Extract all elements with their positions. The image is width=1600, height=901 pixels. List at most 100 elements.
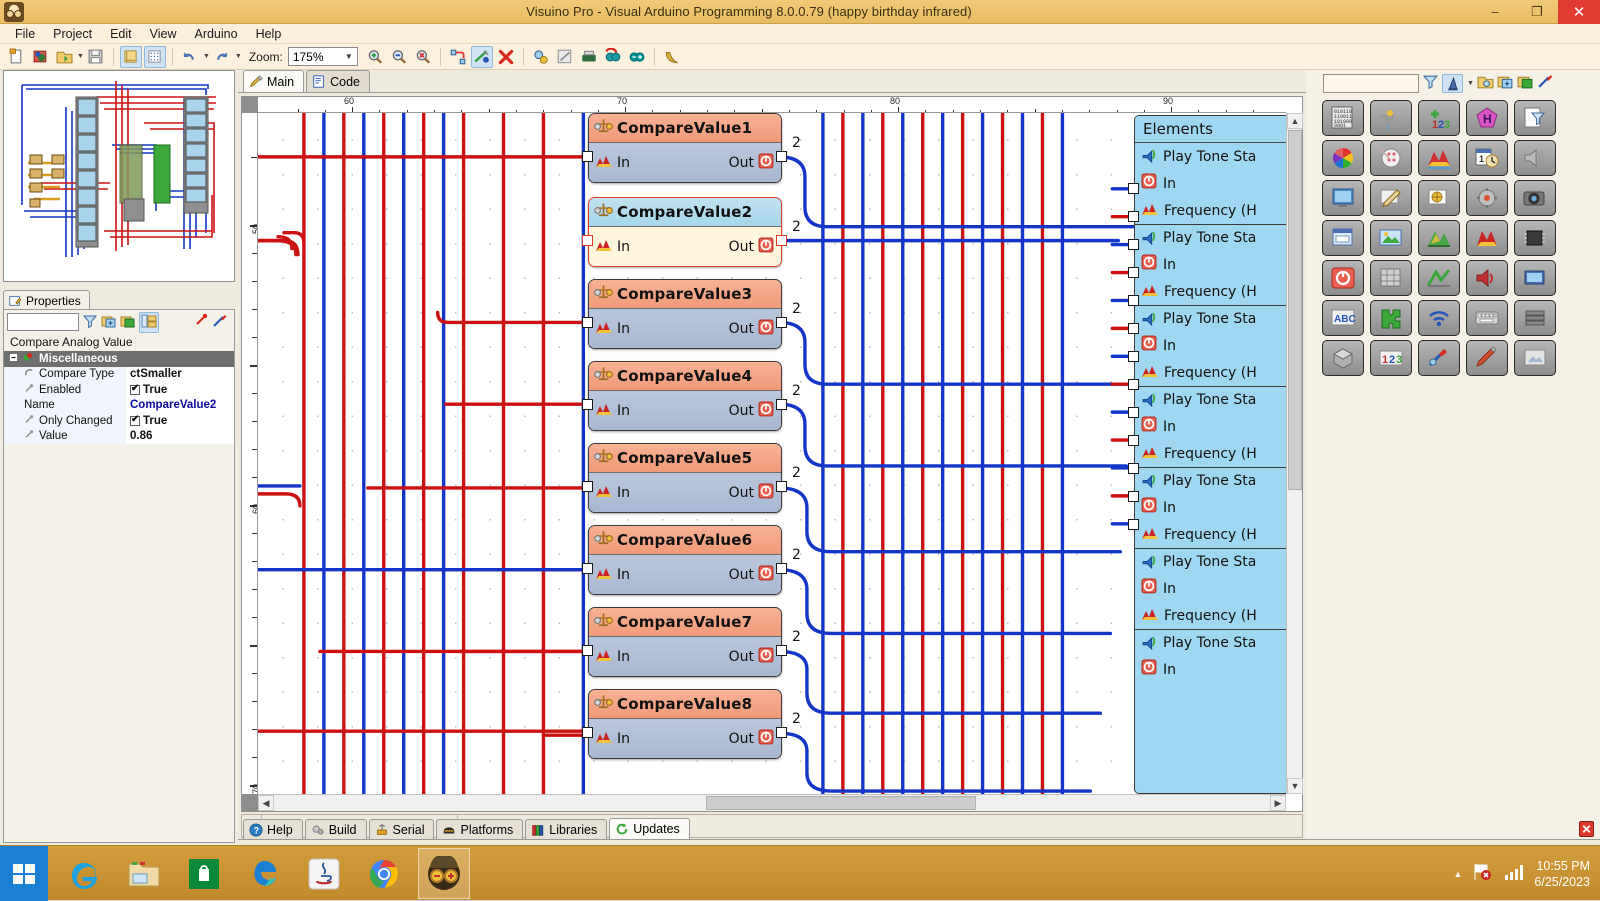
scroll-down-button[interactable]: ▼ (1287, 778, 1303, 794)
expand-all-icon[interactable] (1497, 73, 1514, 93)
element-in-pin[interactable]: In (1135, 251, 1286, 278)
element-frequency-pin[interactable]: Frequency (H (1135, 602, 1286, 629)
menu-item-file[interactable]: File (6, 25, 44, 43)
property-value[interactable]: True (126, 413, 234, 429)
open-category-icon[interactable] (1477, 73, 1494, 93)
upload-icon[interactable] (578, 46, 600, 68)
element-in-pin-connector[interactable] (1128, 407, 1139, 418)
element-frequency-pin[interactable]: Frequency (H (1135, 521, 1286, 548)
plant-chart-icon[interactable] (1418, 220, 1460, 256)
node-in-pin[interactable] (582, 481, 593, 492)
element-frequency-pin-connector[interactable] (1128, 435, 1139, 446)
element-play-tone-start[interactable]: Play Tone Sta (1135, 386, 1286, 413)
arrange-icon[interactable] (447, 46, 469, 68)
element-in-pin-connector[interactable] (1128, 295, 1139, 306)
node-input[interactable]: In (595, 319, 630, 338)
element-in-pin[interactable]: In (1135, 575, 1286, 602)
node-output[interactable]: Out (729, 153, 775, 173)
element-frequency-pin-connector[interactable] (1128, 211, 1139, 222)
property-row-value[interactable]: Value 0.86 (4, 429, 234, 445)
abc-text-icon[interactable]: ABC (1322, 300, 1364, 336)
scroll-right-button[interactable]: ▶ (1270, 795, 1286, 811)
filter-document-icon[interactable] (1514, 100, 1556, 136)
minimize-button[interactable]: – (1474, 0, 1516, 24)
property-value[interactable]: 0.86 (126, 429, 234, 445)
enabled-checkbox[interactable] (130, 385, 140, 395)
close-button[interactable]: ✕ (1558, 0, 1600, 24)
node-out-pin[interactable] (776, 317, 787, 328)
node-comparevalue4[interactable]: CompareValue4 In Out (588, 361, 782, 431)
open-recent-dropdown-icon[interactable]: ▼ (77, 53, 84, 60)
image-icon[interactable] (1370, 220, 1412, 256)
windows-start-icon[interactable] (0, 846, 48, 901)
elements-panel[interactable]: Elements Play Tone Sta In Frequency (H (1134, 115, 1286, 794)
element-frequency-pin[interactable]: Frequency (H (1135, 278, 1286, 305)
zoom-combo[interactable]: 175% ▼ (288, 47, 358, 66)
menu-item-project[interactable]: Project (44, 25, 101, 43)
horizontal-scroll-thumb[interactable] (706, 796, 976, 810)
element-in-pin-connector[interactable] (1128, 351, 1139, 362)
undo-dropdown-icon[interactable]: ▼ (203, 53, 210, 60)
compile-upload-icon[interactable] (602, 46, 624, 68)
node-in-pin[interactable] (582, 399, 593, 410)
date-time-icon[interactable]: 1 (1466, 140, 1508, 176)
element-in-pin-connector[interactable] (1128, 463, 1139, 474)
collapse-all-icon[interactable] (1517, 73, 1534, 93)
node-in-pin[interactable] (582, 645, 593, 656)
network-error-icon[interactable] (1472, 862, 1494, 885)
element-in-pin[interactable]: In (1135, 413, 1286, 440)
property-row-compare-type[interactable]: Compare Type ctSmaller (4, 367, 234, 383)
edit-icon[interactable] (1370, 180, 1412, 216)
element-frequency-pin-connector[interactable] (1128, 379, 1139, 390)
node-comparevalue7[interactable]: CompareValue7 In Out (588, 607, 782, 677)
zoom-reset-icon[interactable] (412, 46, 434, 68)
options-icon[interactable] (1537, 73, 1554, 93)
file-explorer-icon[interactable] (118, 848, 170, 899)
logic-icon[interactable] (1370, 140, 1412, 176)
window-icon[interactable] (1322, 220, 1364, 256)
grid-icon[interactable] (1370, 260, 1412, 296)
node-comparevalue5[interactable]: CompareValue5 In Out (588, 443, 782, 513)
scroll-left-button[interactable]: ◀ (258, 795, 274, 811)
google-chrome-icon[interactable] (358, 848, 410, 899)
node-output[interactable]: Out (729, 647, 775, 667)
faucet-generator-icon[interactable] (1370, 100, 1412, 136)
hardware-gem-icon[interactable]: H (1466, 100, 1508, 136)
chip-icon[interactable] (1514, 220, 1556, 256)
property-value[interactable]: ctSmaller (126, 367, 234, 383)
analog-chart-icon[interactable] (1418, 140, 1460, 176)
tab-help[interactable]: ? Help (243, 819, 303, 840)
node-input[interactable]: In (595, 647, 630, 666)
keyboard-icon[interactable] (1466, 300, 1508, 336)
property-row-enabled[interactable]: Enabled True (4, 382, 234, 398)
zoom-out-icon[interactable] (388, 46, 410, 68)
arduino-ide-icon[interactable] (626, 46, 648, 68)
open-recent-icon[interactable] (53, 46, 75, 68)
save-icon[interactable] (85, 46, 107, 68)
element-play-tone-start[interactable]: Play Tone Sta (1135, 548, 1286, 575)
connection-mode-icon[interactable] (471, 46, 493, 68)
sound-icon[interactable] (1514, 140, 1556, 176)
banana-icon[interactable] (661, 46, 683, 68)
display-icon[interactable] (1322, 180, 1364, 216)
show-rulers-icon[interactable] (120, 46, 142, 68)
element-play-tone-start[interactable]: Play Tone Sta (1135, 224, 1286, 251)
palette-search-input[interactable] (1323, 74, 1419, 93)
element-frequency-pin-connector[interactable] (1128, 491, 1139, 502)
element-in-pin[interactable]: In (1135, 332, 1286, 359)
node-out-pin[interactable] (776, 727, 787, 738)
tab-build[interactable]: Build (305, 819, 367, 840)
java-icon[interactable] (298, 848, 350, 899)
node-in-pin[interactable] (582, 151, 593, 162)
property-value[interactable]: CompareValue2 (126, 398, 234, 414)
error-indicator[interactable] (1579, 821, 1594, 837)
node-output[interactable]: Out (729, 729, 775, 749)
project-overview-thumbnail[interactable] (3, 70, 235, 282)
node-input[interactable]: In (595, 729, 630, 748)
node-output[interactable]: Out (729, 401, 775, 421)
menu-item-arduino[interactable]: Arduino (185, 25, 246, 43)
tab-libraries[interactable]: Libraries (525, 819, 607, 840)
options-icon[interactable] (212, 313, 228, 332)
device-icon[interactable] (1514, 260, 1556, 296)
filter-icon[interactable] (1422, 73, 1439, 93)
